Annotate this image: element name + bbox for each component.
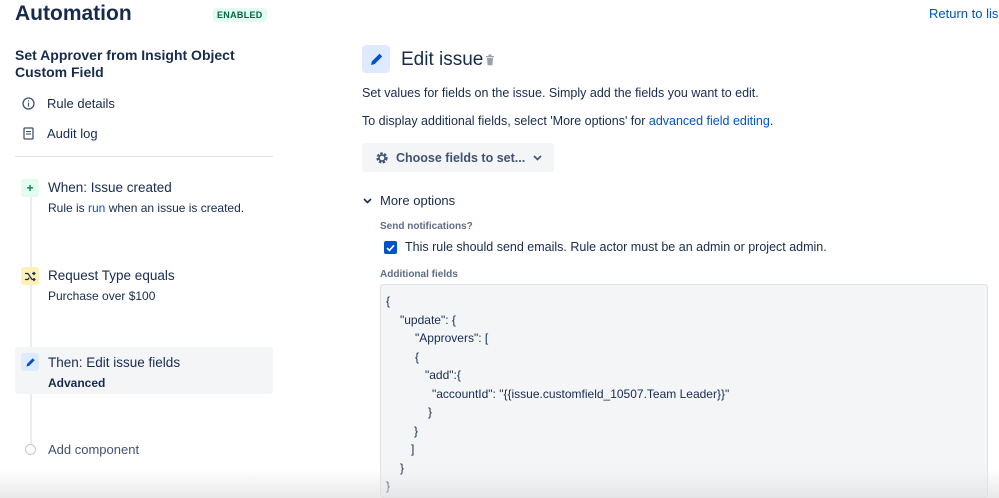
component-subtitle: Rule is run when an issue is created. <box>48 201 245 215</box>
gear-icon <box>374 150 390 166</box>
code-line: "Approvers": [ <box>415 331 489 345</box>
sidebar-item-label: Audit log <box>47 126 98 141</box>
component-action[interactable]: Then: Edit issue fields Advanced <box>15 347 273 394</box>
trash-icon[interactable] <box>485 53 495 71</box>
choose-fields-button[interactable]: Choose fields to set... <box>362 143 554 172</box>
code-line: "add":{ <box>425 368 461 382</box>
sidebar-item-audit-log[interactable]: Audit log <box>22 126 98 141</box>
code-line: "update": { <box>400 313 456 327</box>
info-icon <box>22 97 35 110</box>
choose-fields-label: Choose fields to set... <box>396 150 526 165</box>
document-icon <box>22 127 35 140</box>
run-link[interactable]: run <box>88 201 105 215</box>
rule-flow-line <box>30 196 32 446</box>
action-description: Set values for fields on the issue. Simp… <box>362 86 759 100</box>
component-subtitle: Advanced <box>48 376 106 390</box>
chevron-down-icon <box>533 154 542 161</box>
page-title: Automation <box>15 2 132 25</box>
code-line: } <box>386 479 391 493</box>
send-notifications-label: Send notifications? <box>380 221 473 232</box>
add-component-button[interactable]: Add component <box>48 442 139 457</box>
code-line: { <box>415 350 420 364</box>
sidebar-item-rule-details[interactable]: Rule details <box>22 96 115 111</box>
component-title: Request Type equals <box>48 268 175 283</box>
pencil-icon <box>21 353 39 371</box>
status-badge: ENABLED <box>213 8 267 22</box>
shuffle-icon <box>21 267 39 285</box>
code-line: ] <box>411 442 415 456</box>
code-line: "accountId": "{{issue.customfield_10507.… <box>432 387 730 401</box>
code-line: } <box>400 461 405 475</box>
component-trigger[interactable]: + When: Issue created Rule is run when a… <box>15 178 273 222</box>
chevron-down-icon <box>363 197 372 204</box>
component-subtitle: Purchase over $100 <box>48 289 156 303</box>
add-component-dot[interactable] <box>25 444 36 455</box>
component-title: When: Issue created <box>48 180 172 195</box>
component-title: Then: Edit issue fields <box>48 355 181 370</box>
code-line: } <box>414 424 419 438</box>
sidebar-divider <box>15 156 273 157</box>
rule-name: Set Approver from Insight Object Custom … <box>15 47 235 80</box>
action-title: Edit issue <box>401 49 484 70</box>
send-emails-checkbox[interactable] <box>384 241 397 254</box>
code-line: } <box>428 405 433 419</box>
additional-fields-label: Additional fields <box>380 269 458 280</box>
plus-icon: + <box>21 179 39 197</box>
pencil-icon <box>362 45 390 73</box>
more-options-label: More options <box>380 193 456 208</box>
sidebar-item-label: Rule details <box>47 96 115 111</box>
component-condition[interactable]: Request Type equals Purchase over $100 <box>15 266 273 310</box>
more-options-toggle[interactable]: More options <box>363 193 455 208</box>
additional-fields-editor[interactable]: { "update": { "Approvers": [ { "add":{ "… <box>380 284 988 498</box>
code-line: { <box>386 294 391 308</box>
more-options-hint: To display additional fields, select 'Mo… <box>362 114 774 128</box>
advanced-field-editing-link[interactable]: advanced field editing <box>649 114 770 128</box>
send-emails-checkbox-label: This rule should send emails. Rule actor… <box>405 240 827 254</box>
return-to-list-link[interactable]: Return to lis <box>929 6 998 21</box>
